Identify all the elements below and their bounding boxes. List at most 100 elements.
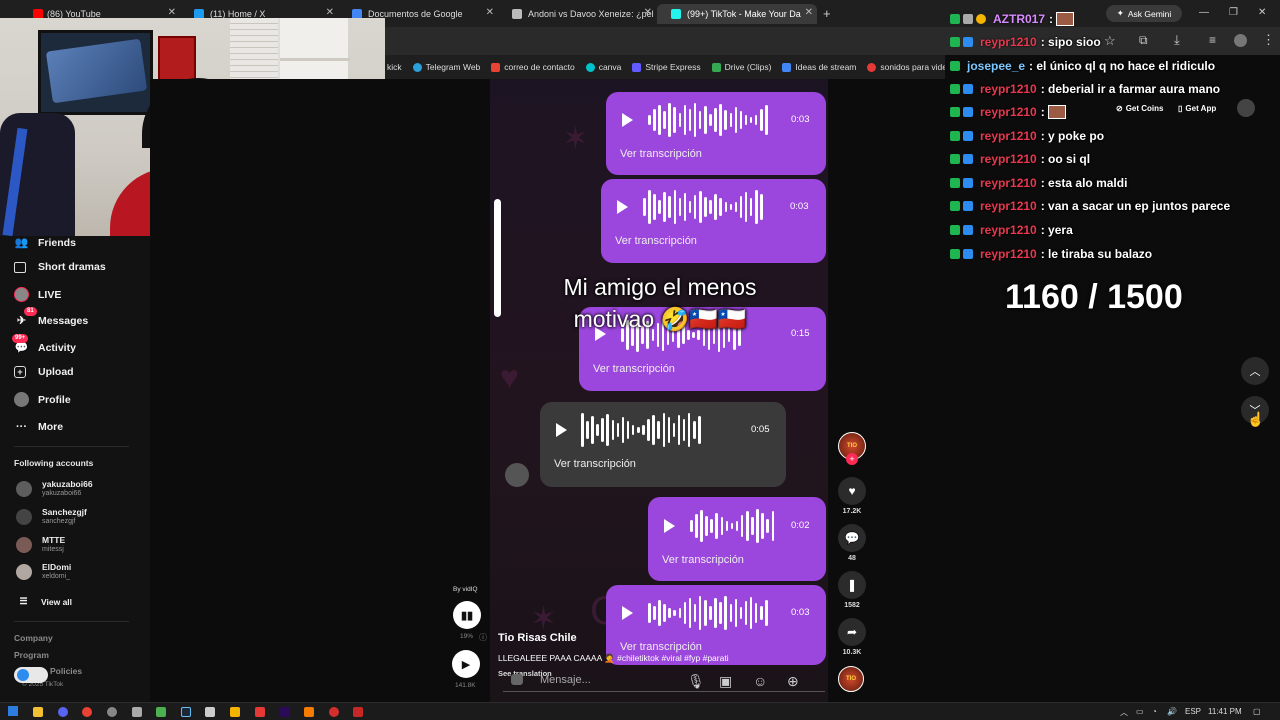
steam-icon[interactable]	[181, 707, 191, 717]
video-author[interactable]: Tio Risas Chile	[498, 632, 577, 644]
bookmark-star-icon[interactable]: ☆	[1104, 33, 1116, 49]
footer-company[interactable]: Company	[14, 633, 53, 643]
language-indicator[interactable]: ESP	[1185, 707, 1201, 716]
wifi-icon[interactable]: ◔	[1152, 707, 1157, 716]
app-icon[interactable]	[255, 707, 265, 717]
voice-message[interactable]: 0:05 Ver transcripción	[540, 402, 786, 487]
bookmark-ideas[interactable]: Ideas de stream	[782, 62, 856, 72]
app-icon[interactable]	[156, 707, 166, 717]
comment-action[interactable]: 💬 48	[838, 524, 866, 562]
clock[interactable]: 11:41 PM	[1208, 707, 1242, 716]
obs-icon[interactable]	[14, 667, 48, 683]
stats-button[interactable]: ▮▮	[453, 601, 481, 629]
comment-icon[interactable]: 💬	[838, 524, 866, 552]
media-icon[interactable]: ≡	[1209, 33, 1216, 47]
play-icon[interactable]	[617, 200, 628, 214]
tab-tiktok[interactable]: (99+) TikTok - Make Your Da ✕	[657, 4, 817, 24]
network-icon[interactable]: ▭	[1136, 707, 1144, 716]
share-icon[interactable]: ➦	[838, 618, 866, 646]
close-icon[interactable]: ✕	[326, 7, 334, 18]
follow-button[interactable]: +	[846, 453, 858, 465]
start-icon[interactable]	[8, 706, 18, 716]
get-app-button[interactable]: ▯ Get App	[1178, 100, 1216, 116]
bookmark-sonidos[interactable]: sonidos para videos	[867, 62, 945, 72]
volume-icon[interactable]: 🔊	[1167, 707, 1177, 716]
footer-program[interactable]: Program	[14, 650, 49, 660]
file-explorer-icon[interactable]	[33, 707, 43, 717]
bookmark-stripe[interactable]: Stripe Express	[632, 62, 701, 72]
sidebar-item-live[interactable]: LIVE	[14, 287, 61, 302]
close-window-icon[interactable]: ✕	[1258, 7, 1266, 18]
sidebar-item-more[interactable]: ··· More	[14, 419, 63, 434]
video-progress-indicator[interactable]	[494, 199, 501, 317]
sidebar-item-messages[interactable]: ✈ 81 Messages	[14, 307, 88, 328]
restore-icon[interactable]: ❐	[1229, 7, 1238, 18]
bookmark-mail[interactable]: correo de contacto	[491, 62, 575, 72]
play-icon[interactable]	[622, 606, 633, 620]
play-icon[interactable]	[622, 113, 633, 127]
app-icon[interactable]	[230, 707, 240, 717]
voice-message[interactable]: 0:02 Ver transcripción	[648, 497, 826, 581]
camera-icon[interactable]	[511, 674, 523, 685]
get-coins-button[interactable]: ⊘ Get Coins	[1116, 100, 1163, 116]
app-icon[interactable]	[353, 707, 363, 717]
close-icon[interactable]: ✕	[168, 7, 176, 18]
voice-message[interactable]: 0:03 Ver transcripción	[601, 179, 826, 263]
obs-icon[interactable]	[329, 707, 339, 717]
like-action[interactable]: ♥ 17.2K	[838, 477, 866, 515]
sound-avatar[interactable]: TIO	[838, 666, 864, 692]
account-item[interactable]: MTTE mitessj	[16, 535, 65, 554]
play-button[interactable]: ▶	[452, 650, 480, 678]
download-icon[interactable]: ⤓	[1174, 32, 1180, 48]
bookmark-icon[interactable]: ❚	[838, 571, 866, 599]
share-action[interactable]: ➦ 10.3K	[838, 618, 866, 656]
account-item[interactable]: yakuzaboi66 yakuzaboi66	[16, 479, 93, 498]
sticker-icon[interactable]: ☺	[753, 673, 767, 689]
extensions-icon[interactable]: ⧉	[1139, 33, 1148, 48]
sidebar-item-upload[interactable]: + Upload	[14, 366, 74, 378]
heart-icon[interactable]: ♥	[838, 477, 866, 505]
sidebar-item-friends[interactable]: 👥 Friends	[14, 235, 76, 250]
profile-avatar[interactable]	[1234, 34, 1247, 47]
app-icon[interactable]	[132, 707, 142, 717]
app-icon[interactable]	[304, 707, 314, 717]
close-icon[interactable]: ✕	[805, 7, 813, 18]
bookmark-drive[interactable]: Drive (Clips)	[711, 62, 771, 72]
message-input[interactable]: Mensaje... 🎙 ▣ ☺ ⊕	[503, 671, 825, 692]
user-avatar[interactable]	[1237, 99, 1255, 117]
sidebar-item-short-dramas[interactable]: Short dramas	[14, 261, 106, 273]
voice-message[interactable]: 0:03 Ver transcripción	[606, 92, 826, 175]
tray-chevron-icon[interactable]: ︿	[1120, 707, 1128, 718]
play-icon[interactable]	[664, 519, 675, 533]
sidebar-item-activity[interactable]: 💬 99+ Activity	[12, 334, 76, 355]
account-item[interactable]: ElDomi xeldomi_	[16, 562, 71, 581]
bookmark-kick[interactable]: kick	[387, 62, 402, 72]
view-all-link[interactable]: ☰ View all	[16, 594, 72, 609]
close-icon[interactable]: ✕	[486, 7, 494, 18]
live-icon	[14, 287, 29, 302]
tab-andoni[interactable]: Andoni vs Davoo Xeneize: ¿pel ✕	[498, 4, 656, 24]
footer-policies[interactable]: Policies	[50, 666, 82, 676]
chrome-icon[interactable]	[82, 707, 92, 717]
microphone-icon[interactable]: 🎙	[687, 673, 705, 690]
sidebar-item-profile[interactable]: Profile	[14, 392, 71, 407]
notifications-icon[interactable]: ▢	[1253, 707, 1261, 716]
save-action[interactable]: ❚ 1582	[838, 571, 866, 609]
close-icon[interactable]: ✕	[644, 7, 652, 18]
play-icon[interactable]	[556, 423, 567, 437]
image-icon[interactable]: ▣	[719, 673, 732, 690]
previous-video-button[interactable]: ︿	[1241, 357, 1269, 385]
new-tab-button[interactable]: +	[823, 6, 831, 21]
account-item[interactable]: Sanchezgjf sanchezgjf	[16, 507, 87, 526]
app-icon[interactable]	[107, 707, 117, 717]
minimize-icon[interactable]: —	[1199, 7, 1209, 18]
info-icon[interactable]: ⓘ	[479, 632, 487, 643]
bookmark-canva[interactable]: canva	[585, 62, 621, 72]
discord-icon[interactable]	[58, 707, 68, 717]
add-icon[interactable]: ⊕	[787, 673, 799, 690]
premiere-icon[interactable]	[280, 707, 290, 717]
app-icon[interactable]	[205, 707, 215, 717]
menu-icon[interactable]: ⋮	[1262, 32, 1275, 48]
ask-gemini-button[interactable]: ✦ Ask Gemini	[1106, 5, 1182, 22]
bookmark-telegram[interactable]: Telegram Web	[412, 62, 480, 72]
